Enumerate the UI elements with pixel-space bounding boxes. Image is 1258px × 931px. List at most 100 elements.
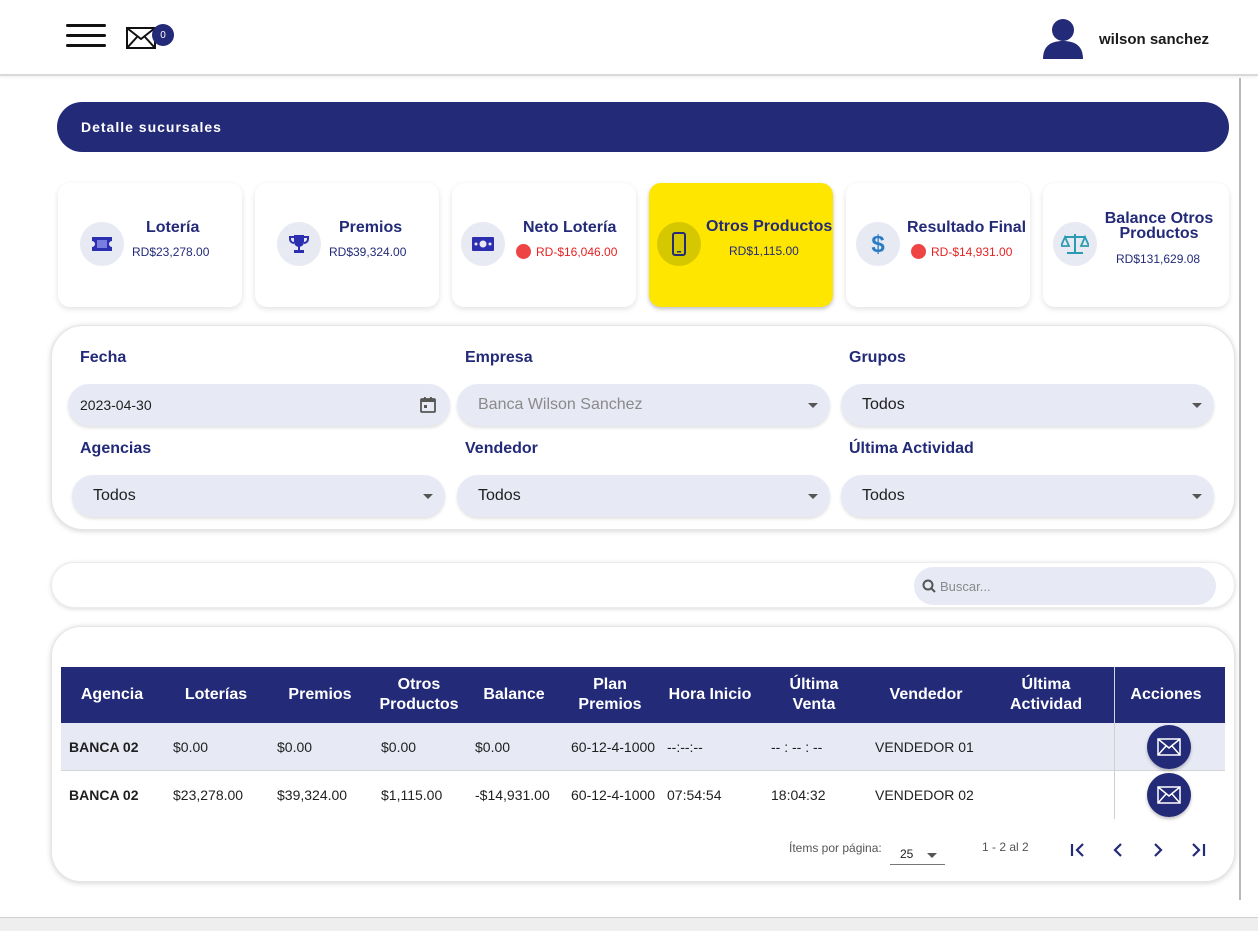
card-resultado-final[interactable]: $ Resultado Final RD-$14,931.00 (846, 183, 1030, 307)
cell-vendedor: VENDEDOR 02 (875, 787, 974, 803)
cell-hora-inicio: --:--:-- (667, 739, 703, 755)
dollar-icon: $ (871, 231, 885, 257)
col-acciones: Acciones (1130, 686, 1202, 703)
empresa-label: Empresa (465, 349, 533, 366)
col-hora-inicio[interactable]: Hora Inicio (665, 667, 755, 723)
card-label: Premios (339, 219, 403, 236)
card-neto-loteria[interactable]: Neto Lotería RD-$16,046.00 (452, 183, 636, 307)
chevron-down-icon (927, 853, 937, 858)
filter-panel: Fecha 2023-04-30 Empresa Banca Wilson Sa… (51, 325, 1235, 530)
card-value: RD$23,278.00 (132, 245, 210, 259)
taskbar (0, 917, 1258, 931)
cell-premios: $39,324.00 (277, 787, 348, 803)
chevron-down-icon (423, 494, 433, 499)
calendar-icon[interactable] (419, 396, 437, 414)
chevron-down-icon (1192, 494, 1202, 499)
col-loterias[interactable]: Loterías (171, 667, 261, 723)
chevron-left-icon (1113, 843, 1122, 857)
card-value: RD$131,629.08 (1116, 252, 1201, 266)
card-label: Neto Lotería (523, 219, 617, 236)
ultima-actividad-select[interactable]: Todos (841, 475, 1214, 517)
agencias-select[interactable]: Todos (72, 475, 445, 517)
card-value: RD$39,324.00 (329, 245, 407, 259)
agencias-label: Agencias (80, 440, 152, 457)
cell-plan-premios: 60-12-4-1000 (571, 787, 656, 803)
chevron-down-icon (808, 494, 818, 499)
chevron-down-icon (808, 403, 818, 408)
cell-hora-inicio: 07:54:54 (667, 787, 722, 803)
chevron-right-icon (1154, 843, 1163, 857)
previous-page-button[interactable] (1104, 837, 1132, 863)
negative-indicator (911, 244, 926, 259)
col-ultima-actividad[interactable]: Última Actividad (1001, 667, 1091, 723)
svg-text:$: $ (871, 231, 885, 257)
first-page-icon (1070, 843, 1084, 857)
card-value: RD$1,115.00 (729, 244, 799, 258)
page-title: Detalle sucursales (57, 102, 1229, 152)
table-row[interactable]: BANCA 02 $23,278.00 $39,324.00 $1,115.00… (61, 771, 1225, 819)
menu-icon[interactable] (66, 24, 106, 48)
cell-loterias: $0.00 (173, 739, 209, 755)
last-page-button[interactable] (1184, 837, 1212, 863)
col-otros-productos[interactable]: Otros Productos (377, 667, 461, 723)
card-value: RD-$16,046.00 (516, 244, 617, 259)
message-count-badge: 0 (152, 24, 174, 46)
send-message-button[interactable] (1147, 725, 1191, 769)
phone-icon (672, 232, 686, 256)
search-box[interactable] (914, 567, 1216, 605)
cell-balance: $0.00 (475, 739, 511, 755)
fecha-label: Fecha (80, 349, 127, 366)
table-header: Agencia Loterías Premios Otros Productos… (61, 667, 1225, 723)
grupos-select[interactable]: Todos (841, 384, 1214, 426)
page-range-label: 1 - 2 al 2 (982, 840, 1029, 854)
vendedor-label: Vendedor (465, 440, 538, 457)
grupos-label: Grupos (849, 349, 906, 366)
cell-vendedor: VENDEDOR 01 (875, 739, 974, 755)
table-row[interactable]: BANCA 02 $0.00 $0.00 $0.00 $0.00 60-12-4… (61, 723, 1225, 771)
col-vendedor[interactable]: Vendedor (877, 667, 975, 723)
cell-premios: $0.00 (277, 739, 313, 755)
card-label: Otros Productos (706, 218, 833, 235)
card-balance-otros-productos[interactable]: Balance Otros Productos RD$131,629.08 (1043, 183, 1229, 307)
top-header: 0 wilson sanchez (0, 0, 1258, 76)
items-per-page-label: Ítems por página: (789, 841, 882, 855)
scale-icon (1061, 234, 1089, 254)
vendedor-select[interactable]: Todos (457, 475, 830, 517)
envelope-icon (1157, 738, 1181, 756)
search-icon (922, 579, 936, 593)
fecha-date-input[interactable]: 2023-04-30 (68, 384, 450, 426)
col-balance[interactable]: Balance (475, 667, 553, 723)
negative-indicator (516, 244, 531, 259)
cell-agencia: BANCA 02 (69, 739, 139, 755)
card-otros-productos[interactable]: Otros Productos RD$1,115.00 (649, 183, 833, 307)
chevron-down-icon (1192, 403, 1202, 408)
next-page-button[interactable] (1144, 837, 1172, 863)
card-label: Balance Otros Productos (1104, 210, 1214, 242)
ticket-icon (92, 237, 112, 251)
user-avatar-icon[interactable] (1042, 17, 1084, 59)
col-agencia[interactable]: Agencia (69, 667, 155, 723)
cell-otros-productos: $1,115.00 (381, 787, 443, 803)
scrollbar[interactable] (1239, 78, 1241, 900)
send-message-button[interactable] (1147, 773, 1191, 817)
card-premios[interactable]: Premios RD$39,324.00 (255, 183, 439, 307)
cell-ultima-venta: 18:04:32 (771, 787, 826, 803)
user-name[interactable]: wilson sanchez (1099, 31, 1209, 48)
col-premios[interactable]: Premios (275, 667, 365, 723)
card-loteria[interactable]: Lotería RD$23,278.00 (58, 183, 242, 307)
cell-loterias: $23,278.00 (173, 787, 244, 803)
card-value: RD-$14,931.00 (911, 244, 1012, 259)
cell-ultima-venta: -- : -- : -- (771, 739, 823, 755)
search-input[interactable] (940, 578, 1200, 594)
card-label: Resultado Final (907, 219, 1027, 236)
col-ultima-venta[interactable]: Última Venta (779, 667, 849, 723)
cell-otros-productos: $0.00 (381, 739, 417, 755)
messages-button[interactable]: 0 (126, 24, 174, 50)
first-page-button[interactable] (1064, 837, 1092, 863)
col-plan-premios[interactable]: Plan Premios (573, 667, 647, 723)
table-panel: Agencia Loterías Premios Otros Productos… (51, 626, 1235, 882)
page-size-select[interactable]: 25 (890, 839, 945, 865)
cash-icon (472, 237, 494, 251)
trophy-icon (289, 235, 309, 253)
empresa-select[interactable]: Banca Wilson Sanchez (457, 384, 830, 426)
